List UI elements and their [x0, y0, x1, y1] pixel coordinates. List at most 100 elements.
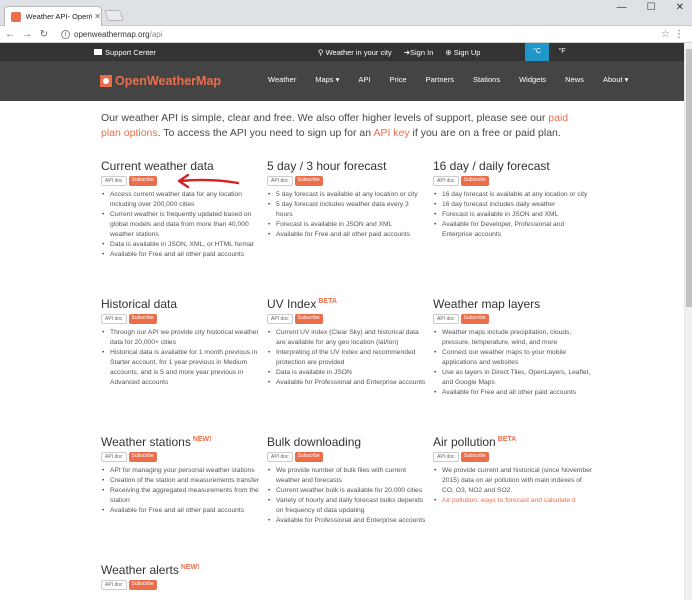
back-icon[interactable]: ← [3, 29, 17, 40]
nav-item-stations[interactable]: Stations [473, 75, 500, 84]
feature-list: We provide current and historical (since… [433, 466, 593, 506]
section-air-pollution: Air pollutionBETA API docSubscribe We prov… [433, 435, 593, 506]
nav-item-weather[interactable]: Weather [268, 75, 296, 84]
feature-item: Available for Free and all other paid ac… [102, 506, 261, 516]
fahrenheit-toggle[interactable]: °F [550, 43, 574, 61]
sign-up-label: Sign Up [453, 47, 481, 57]
section-title-text: Historical data [101, 297, 178, 311]
forward-icon[interactable]: → [20, 29, 34, 40]
subscribe-button[interactable]: Subscribe [460, 176, 489, 186]
subscribe-button[interactable]: Subscribe [294, 314, 323, 324]
sign-in-link[interactable]: ➜Sign In [404, 48, 434, 57]
scroll-thumb[interactable] [686, 49, 692, 307]
nav-item-about[interactable]: About ▾ [603, 75, 628, 84]
nav-item-widgets[interactable]: Widgets [519, 75, 546, 84]
intro-text: Our weather API is simple, clear and fre… [101, 111, 581, 141]
new-tab-button[interactable] [103, 10, 125, 21]
subscribe-button[interactable]: Subscribe [460, 452, 489, 462]
subscribe-button[interactable]: Subscribe [460, 314, 489, 324]
feature-item: Access current weather data for any loca… [102, 190, 261, 210]
section-title-text: 5 day / 3 hour forecast [267, 159, 387, 173]
logo-text: OpenWeatherMap [115, 74, 222, 88]
bookmark-star-icon[interactable]: ☆ [661, 29, 670, 40]
feature-item: Historical data is available for 1 month… [102, 348, 261, 388]
feature-item: 5 day forecast is available at any locat… [268, 190, 427, 200]
feature-item: Data is available in JSON, XML, or HTML … [102, 240, 261, 250]
red-arrow-annotation [177, 174, 240, 189]
section-badge: BETA [497, 436, 517, 443]
api-doc-button[interactable]: API doc [433, 176, 459, 186]
feature-item: Interpreting of the UV Index and recomme… [268, 348, 427, 368]
sign-up-link[interactable]: ⊕ Sign Up [445, 48, 480, 57]
info-icon[interactable]: i [61, 29, 70, 39]
reload-icon[interactable]: ↻ [37, 29, 51, 40]
api-key-link[interactable]: API key [373, 127, 409, 139]
section-buttons: API doc Subscribe [433, 176, 593, 186]
section-title-text: UV Index [267, 297, 317, 311]
site-top-bar: Support Center ⚲ Weather in your city ➜S… [0, 43, 692, 61]
nav-item-partners[interactable]: Partners [426, 75, 454, 84]
feature-item: Current UV index (Clear Sky) and histori… [268, 328, 427, 348]
celsius-toggle[interactable]: °C [525, 43, 549, 61]
feature-item: Use as layers in Direct Tiles, OpenLayer… [434, 368, 593, 388]
nav-item-news[interactable]: News [565, 75, 584, 84]
section-title-text: Weather alerts [101, 563, 179, 577]
feature-item: Forecast is available in JSON and XML [434, 210, 593, 220]
nav-item-price[interactable]: Price [390, 75, 407, 84]
air-pollution-link[interactable]: Air pollution: ways to forecast and calc… [434, 496, 593, 506]
section-uv-index: UV IndexBETA API docSubscribe Current UV i… [267, 297, 427, 388]
api-doc-button[interactable]: API doc [267, 176, 293, 186]
section-buttons: API doc Subscribe [101, 314, 261, 324]
subscribe-button[interactable]: Subscribe [294, 176, 323, 186]
feature-item: Forecast is available in JSON and XML [268, 220, 427, 230]
favicon-icon [11, 11, 21, 22]
subscribe-button[interactable]: Subscribe [128, 314, 157, 324]
maximize-icon[interactable]: ☐ [647, 2, 656, 13]
section-weather-stations: Weather stationsNEW!API docSubscribeAPI … [101, 435, 261, 516]
intro-part: Our weather API is simple, clear and fre… [101, 112, 549, 124]
weather-in-city-link[interactable]: ⚲ Weather in your city [318, 48, 392, 57]
section-badge: BETA [318, 298, 337, 305]
api-doc-button[interactable]: API doc [101, 176, 127, 186]
section-historical: Historical data API docSubscribe Through o… [101, 297, 261, 388]
section-buttons: API doc Subscribe [267, 452, 427, 462]
api-doc-button[interactable]: API doc [267, 452, 293, 462]
feature-list: API for managing your personal weather s… [101, 466, 261, 516]
api-doc-button[interactable]: API doc [101, 452, 127, 462]
minimize-icon[interactable]: — [617, 2, 627, 13]
section-buttons: API doc Subscribe [267, 176, 427, 186]
page-scrollbar[interactable] [684, 43, 692, 600]
address-bar: ← → ↻ i openweathermap.org/api ☆ ⋮ [0, 26, 692, 43]
subscribe-button[interactable]: Subscribe [128, 176, 157, 186]
subscribe-button[interactable]: Subscribe [128, 452, 157, 462]
browser-tab[interactable]: Weather API- OpenWeathe ✕ [4, 6, 102, 26]
api-doc-button[interactable]: API doc [433, 452, 459, 462]
subscribe-button[interactable]: Subscribe [128, 580, 157, 590]
feature-list: Weather maps include precipitation, clou… [433, 328, 593, 398]
api-doc-button[interactable]: API doc [101, 580, 127, 590]
browser-tab-bar: Weather API- OpenWeathe ✕ — ☐ ✕ [0, 0, 692, 26]
feature-item: Current weather bulk is available for 20… [268, 486, 427, 496]
nav-menu: Weather Maps ▾ API Price Partners Statio… [268, 75, 647, 84]
logo[interactable]: OpenWeatherMap [100, 74, 221, 88]
section-title-text: Weather map layers [433, 297, 541, 311]
nav-item-maps[interactable]: Maps ▾ [315, 75, 339, 84]
api-doc-button[interactable]: API doc [433, 314, 459, 324]
close-icon[interactable]: ✕ [94, 12, 101, 21]
nav-item-api[interactable]: API [358, 75, 370, 84]
url-field[interactable]: i openweathermap.org/api [61, 29, 163, 39]
support-center-link[interactable]: Support Center [94, 48, 156, 57]
feature-item: Weather maps include precipitation, clou… [434, 328, 593, 348]
api-doc-button[interactable]: API doc [101, 314, 127, 324]
browser-menu-icon[interactable]: ⋮ [674, 29, 684, 40]
api-doc-button[interactable]: API doc [267, 314, 293, 324]
plus-icon: ⊕ [445, 47, 454, 57]
section-title: Bulk downloading [267, 435, 427, 449]
section-bulk-downloading: Bulk downloading API docSubscribe We provi… [267, 435, 427, 526]
support-label: Support Center [105, 47, 156, 57]
section-buttons: API doc Subscribe [101, 580, 261, 590]
section-badge: NEW! [180, 564, 200, 571]
close-window-icon[interactable]: ✕ [676, 2, 684, 13]
feature-list: Current UV index (Clear Sky) and histori… [267, 328, 427, 388]
subscribe-button[interactable]: Subscribe [294, 452, 323, 462]
